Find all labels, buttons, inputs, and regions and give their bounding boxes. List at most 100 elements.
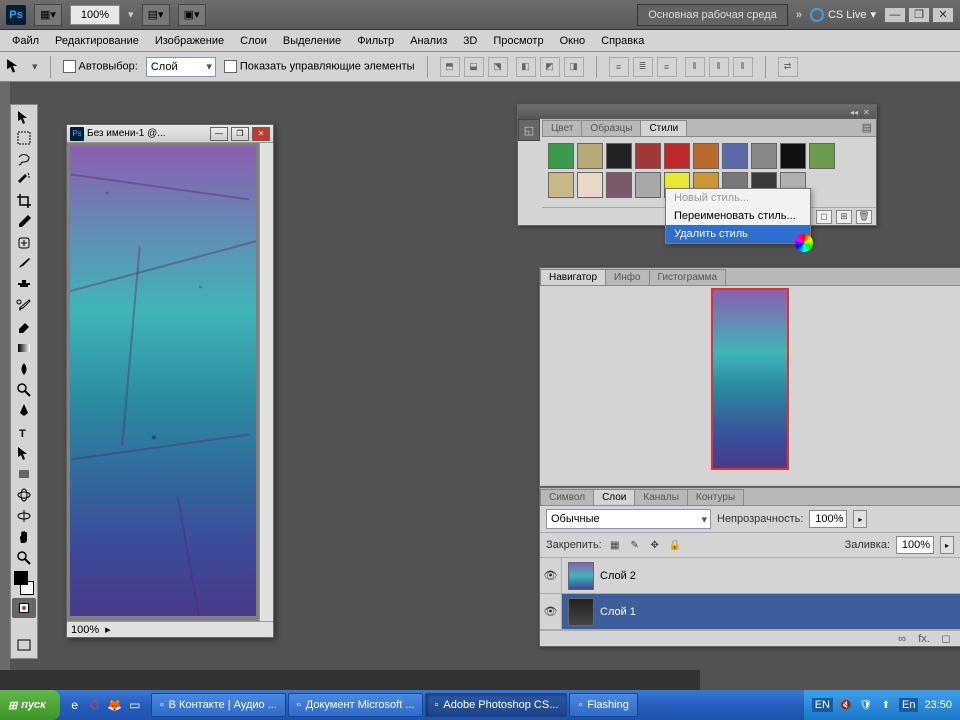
- menu-image[interactable]: Изображение: [147, 32, 232, 50]
- tab-channels[interactable]: Каналы: [634, 489, 688, 505]
- document-canvas-area[interactable]: [67, 143, 273, 621]
- style-swatch[interactable]: [606, 143, 632, 169]
- auto-align-icon[interactable]: ⇄: [778, 57, 798, 77]
- distribute-right-icon[interactable]: ⫴: [733, 57, 753, 77]
- menu-file[interactable]: Файл: [4, 32, 47, 50]
- blend-mode-select[interactable]: Обычные: [546, 509, 711, 529]
- layer-style-icon[interactable]: fx.: [916, 633, 932, 645]
- align-bottom-icon[interactable]: ⬔: [488, 57, 508, 77]
- chevron-down-icon[interactable]: ▾: [128, 8, 134, 21]
- style-swatch[interactable]: [693, 143, 719, 169]
- align-right-icon[interactable]: ◨: [564, 57, 584, 77]
- layer-name[interactable]: Слой 1: [600, 606, 636, 618]
- opacity-input[interactable]: 100%: [809, 510, 847, 528]
- menu-3d[interactable]: 3D: [455, 32, 485, 50]
- panel-header[interactable]: ◂◂✕: [518, 105, 876, 119]
- align-hcenter-icon[interactable]: ◩: [540, 57, 560, 77]
- navigator-thumbnail[interactable]: [711, 288, 789, 470]
- doc-close-button[interactable]: ✕: [252, 127, 270, 141]
- distribute-top-icon[interactable]: ≡: [609, 57, 629, 77]
- opacity-flyout-icon[interactable]: ▸: [853, 510, 867, 528]
- tab-swatches[interactable]: Образцы: [581, 120, 641, 136]
- ctx-delete-style[interactable]: Удалить стиль: [666, 225, 810, 243]
- 3d-camera-tool[interactable]: [12, 506, 36, 526]
- link-layers-icon[interactable]: ∞: [894, 633, 910, 645]
- lock-pixels-icon[interactable]: ✎: [628, 538, 642, 552]
- cs-live-button[interactable]: CS Live▾: [810, 8, 876, 22]
- document-zoom-select[interactable]: 100%: [70, 5, 120, 25]
- tray-icon[interactable]: 🔇: [839, 698, 853, 712]
- opera-icon[interactable]: O: [86, 694, 104, 716]
- menu-analysis[interactable]: Анализ: [402, 32, 455, 50]
- clone-stamp-tool[interactable]: [12, 275, 36, 295]
- style-swatch[interactable]: [548, 172, 574, 198]
- style-swatch[interactable]: [722, 143, 748, 169]
- panel-menu-icon[interactable]: ▤: [858, 119, 876, 136]
- fill-flyout-icon[interactable]: ▸: [940, 536, 954, 554]
- create-style-icon[interactable]: ⊞: [836, 210, 852, 224]
- arrange-documents-icon[interactable]: ▤▾: [142, 4, 170, 26]
- menu-help[interactable]: Справка: [593, 32, 652, 50]
- distribute-vcenter-icon[interactable]: ≣: [633, 57, 653, 77]
- keyboard-layout[interactable]: En: [899, 698, 918, 712]
- blur-tool[interactable]: [12, 359, 36, 379]
- color-swatches[interactable]: [12, 569, 36, 597]
- eyedropper-tool[interactable]: [12, 212, 36, 232]
- window-minimize-button[interactable]: —: [884, 7, 906, 23]
- distribute-hcenter-icon[interactable]: ⫴: [709, 57, 729, 77]
- menu-filter[interactable]: Фильтр: [349, 32, 402, 50]
- brush-tool[interactable]: [12, 254, 36, 274]
- layer-thumbnail[interactable]: [568, 598, 594, 626]
- ctx-rename-style[interactable]: Переименовать стиль...: [666, 207, 810, 225]
- navigator-body[interactable]: [540, 286, 960, 471]
- quick-mask-toggle[interactable]: [12, 598, 36, 618]
- start-button[interactable]: ⊞пуск: [0, 690, 60, 720]
- visibility-toggle-icon[interactable]: 👁: [540, 558, 562, 593]
- collapse-icon[interactable]: ◂◂: [850, 108, 860, 116]
- magic-wand-tool[interactable]: [12, 170, 36, 190]
- layer-item[interactable]: 👁 Слой 2: [540, 558, 960, 594]
- style-swatch[interactable]: [577, 172, 603, 198]
- menu-window[interactable]: Окно: [552, 32, 594, 50]
- screen-mode-toggle[interactable]: [12, 635, 36, 655]
- tab-navigator[interactable]: Навигатор: [540, 269, 606, 285]
- taskbar-button[interactable]: ▫В Контакте | Аудио ...: [151, 693, 286, 717]
- layer-thumbnail[interactable]: [568, 562, 594, 590]
- 3d-rotate-tool[interactable]: [12, 485, 36, 505]
- taskbar-button[interactable]: ▫Flashing: [569, 693, 637, 717]
- taskbar-button[interactable]: ▫Adobe Photoshop CS...: [425, 693, 567, 717]
- visibility-toggle-icon[interactable]: 👁: [540, 594, 562, 629]
- tab-character[interactable]: Символ: [540, 489, 594, 505]
- distribute-left-icon[interactable]: ⫴: [685, 57, 705, 77]
- crop-tool[interactable]: [12, 191, 36, 211]
- align-top-icon[interactable]: ⬒: [440, 57, 460, 77]
- style-swatch[interactable]: [548, 143, 574, 169]
- healing-brush-tool[interactable]: [12, 233, 36, 253]
- show-controls-checkbox[interactable]: Показать управляющие элементы: [224, 60, 415, 73]
- workspace-more-icon[interactable]: »: [796, 9, 802, 21]
- fill-input[interactable]: 100%: [896, 536, 934, 554]
- menu-layer[interactable]: Слои: [232, 32, 275, 50]
- style-swatch[interactable]: [635, 172, 661, 198]
- panel-dock-icon[interactable]: ◱: [518, 119, 540, 141]
- dodge-tool[interactable]: [12, 380, 36, 400]
- tray-icon[interactable]: ⬆: [879, 698, 893, 712]
- style-swatch[interactable]: [664, 143, 690, 169]
- chevron-down-icon[interactable]: ▾: [32, 60, 38, 73]
- tab-styles[interactable]: Стили: [640, 120, 687, 136]
- type-tool[interactable]: T: [12, 422, 36, 442]
- window-close-button[interactable]: ✕: [932, 7, 954, 23]
- show-desktop-icon[interactable]: ▭: [126, 694, 144, 716]
- status-info-icon[interactable]: ▸: [105, 623, 111, 636]
- document-titlebar[interactable]: Ps Без имени-1 @... — ❐ ✕: [67, 125, 273, 143]
- zoom-tool[interactable]: [12, 548, 36, 568]
- hand-tool[interactable]: [12, 527, 36, 547]
- style-swatch[interactable]: [577, 143, 603, 169]
- taskbar-button[interactable]: ▫Документ Microsoft ...: [288, 693, 424, 717]
- lock-transparency-icon[interactable]: ▦: [608, 538, 622, 552]
- window-restore-button[interactable]: ❐: [908, 7, 930, 23]
- language-indicator[interactable]: EN: [812, 698, 833, 712]
- style-swatch[interactable]: [780, 143, 806, 169]
- align-vcenter-icon[interactable]: ⬓: [464, 57, 484, 77]
- style-swatch[interactable]: [606, 172, 632, 198]
